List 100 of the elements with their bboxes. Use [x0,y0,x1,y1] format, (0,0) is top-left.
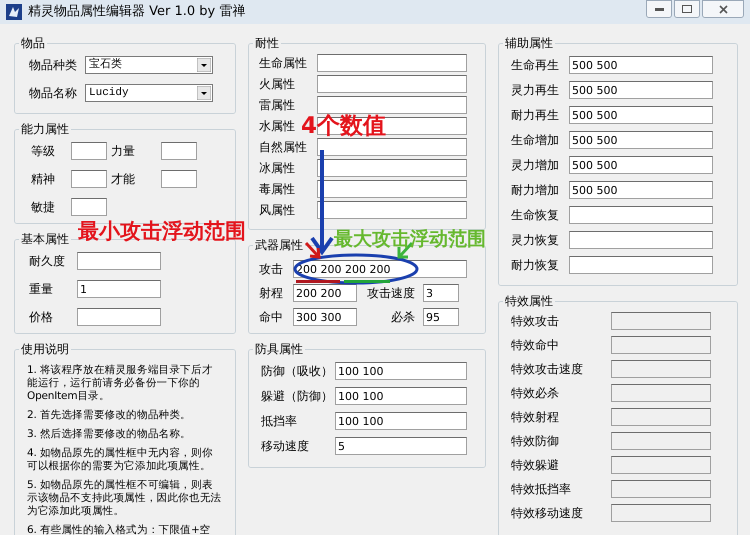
field-label: 生命再生 [511,57,559,74]
group-title: 物品 [20,35,46,52]
group-title: 使用说明 [20,341,70,358]
text-field[interactable]: 200 200 [293,284,357,302]
text-field[interactable] [71,170,107,188]
field-label: 特效攻击 [511,313,559,330]
text-field[interactable] [317,159,467,177]
text-field[interactable] [317,75,467,93]
field-label: 自然属性 [259,139,307,156]
close-icon [718,4,728,14]
close-button[interactable] [702,0,744,18]
pointer-arrow [304,242,321,259]
text-field[interactable] [71,142,107,160]
field-label: 特效攻击速度 [511,361,583,378]
field-label: 抵挡率 [261,413,297,430]
dropdown[interactable]: Lucidy [85,84,213,102]
text-field[interactable]: 500 500 [569,106,713,124]
text-field[interactable] [317,180,467,198]
field-label: 必杀 [390,309,416,326]
text-field[interactable] [71,198,107,216]
annotation-text: 4个数值 [301,112,386,140]
group-title: 辅助属性 [504,35,554,52]
field-label: 价格 [29,309,53,326]
field-label: 灵力恢复 [511,232,559,249]
field-label: 特效射程 [511,409,559,426]
field-label: 雷属性 [259,97,295,114]
field-label: 物品名称 [29,85,77,102]
text-field[interactable] [569,231,713,249]
field-label: 特效移动速度 [511,505,583,522]
text-field[interactable]: 500 500 [569,131,713,149]
field-label: 重量 [29,281,53,298]
field-label: 攻击 [259,261,284,278]
group-title: 基本属性 [20,231,70,248]
text-field[interactable] [161,170,197,188]
field-label: 命中 [259,309,284,326]
field-label: 火属性 [259,76,295,93]
group-title: 武器属性 [254,237,304,254]
field-label: 物品种类 [29,57,77,74]
text-field[interactable]: 500 500 [569,56,713,74]
field-label: 射程 [259,285,284,302]
field-label: 生命属性 [259,55,307,72]
field-label: 耐力增加 [511,182,559,199]
field-label: 风属性 [259,202,295,219]
field-label: 特效防御 [511,433,559,450]
text-field[interactable]: 300 300 [293,308,357,326]
group-title: 耐性 [254,35,280,52]
field-label: 特效抵挡率 [511,481,571,498]
field-label: 才能 [111,171,136,188]
field-label: 攻击速度 [366,285,416,302]
text-field[interactable] [77,308,161,326]
annotation-text: 最大攻击浮动范围 [334,228,486,250]
text-field[interactable] [161,142,197,160]
app-icon [6,4,22,20]
instruction-text: 5. 如物品原先的属性框不可编辑，则表示该物品不支持此项属性，因此你也无法为它添加此项属性。 [27,479,222,518]
field-label: 力量 [111,143,136,160]
group-title: 能力属性 [20,121,70,138]
text-field[interactable]: 95 [423,308,459,326]
text-field[interactable]: 100 100 [335,362,467,380]
field-label: 生命恢复 [511,207,559,224]
field-label: 敏捷 [31,199,56,216]
field-label: 耐力再生 [511,107,559,124]
text-field[interactable]: 3 [423,284,459,302]
text-field[interactable]: 500 500 [569,156,713,174]
annotation-text: 最小攻击浮动范围 [78,219,246,243]
text-field[interactable] [317,96,467,114]
text-field[interactable]: 1 [77,280,161,298]
instruction-text: 3. 然后选择需要修改的物品名称。 [27,428,192,441]
text-field[interactable]: 100 100 [335,412,467,430]
field-label: 冰属性 [259,160,295,177]
text-field[interactable] [317,201,467,219]
maximize-button[interactable] [674,0,700,18]
instruction-text: 1. 将该程序放在精灵服务端目录下后才能运行，运行前请务必备份一下你的OpenItem目录。 [27,364,214,403]
minimize-icon [654,8,664,10]
maximize-icon [682,5,692,13]
text-field[interactable] [317,54,467,72]
field-label: 毒属性 [259,181,295,198]
field-label: 灵力再生 [511,82,559,99]
field-label: 生命增加 [511,132,559,149]
text-field[interactable]: 500 500 [569,181,713,199]
group-title: 防具属性 [254,341,304,358]
minimize-button[interactable] [646,0,672,18]
instruction-text: 6. 有些属性的输入格式为：下限值+空 [27,524,212,535]
window-title: 精灵物品属性编辑器 Ver 1.0 by 雷禅 [28,3,246,22]
instruction-text: 4. 如物品原先的属性框中无内容，则你可以根据你的需要为它添加此项属性。 [27,447,214,473]
text-field[interactable]: 5 [335,437,467,455]
text-field[interactable]: 500 500 [569,81,713,99]
field-label: 防御（吸收） [261,363,333,380]
underline-mark [296,280,340,283]
text-field[interactable] [569,256,713,274]
text-field[interactable]: 100 100 [335,387,467,405]
field-label: 特效命中 [511,337,559,354]
text-field[interactable] [77,252,161,270]
dropdown[interactable]: 宝石类 [85,56,213,74]
field-label: 水属性 [259,118,295,135]
text-field[interactable] [569,206,713,224]
field-label: 耐久度 [29,253,65,270]
group-title: 特效属性 [504,293,554,310]
text-field[interactable] [317,138,467,156]
dropdown-arrow-icon [197,58,211,72]
field-label: 特效必杀 [511,385,559,402]
